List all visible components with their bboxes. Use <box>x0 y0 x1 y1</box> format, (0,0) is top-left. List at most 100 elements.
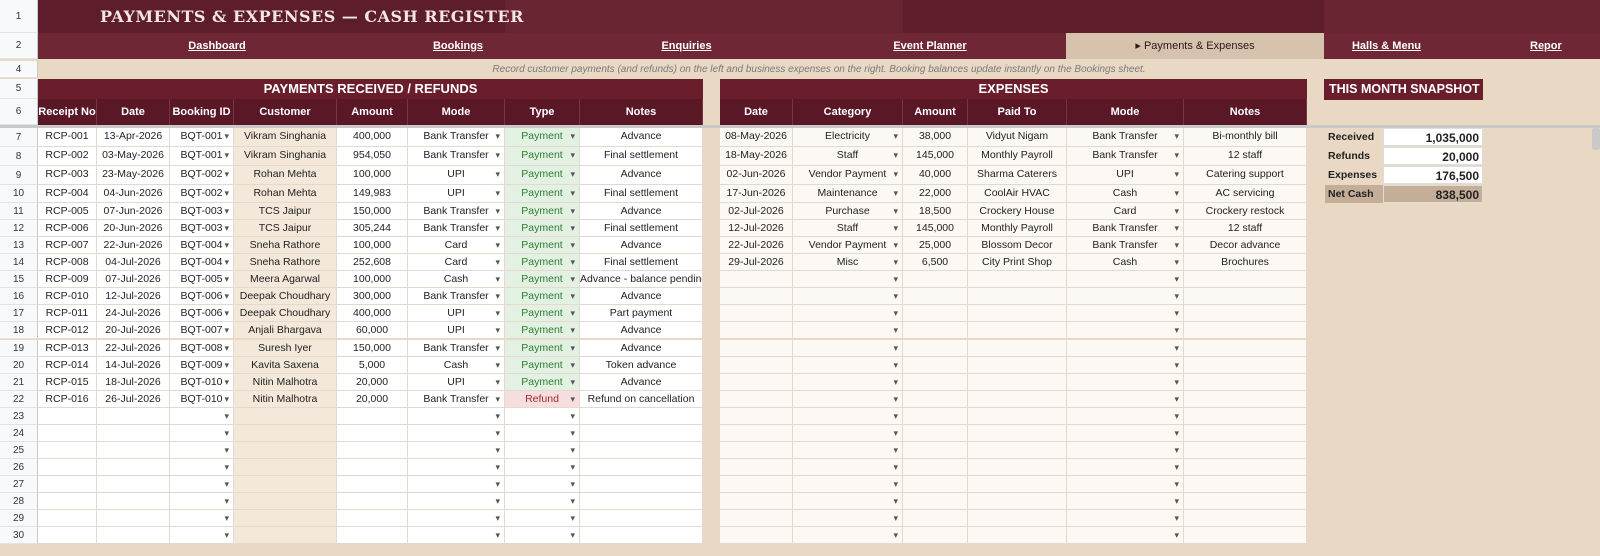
snapshot-value[interactable]: 838,500 <box>1383 185 1483 203</box>
payments-cell[interactable]: 20-Jun-2026 <box>97 220 170 237</box>
payments-cell[interactable] <box>234 459 337 476</box>
payments-cell[interactable] <box>97 425 170 442</box>
expenses-cell[interactable]: Blossom Decor <box>968 237 1067 254</box>
expenses-cell[interactable] <box>720 442 793 459</box>
payments-cell[interactable]: RCP-010 <box>38 288 97 305</box>
payments-cell[interactable]: BQT-006 <box>170 288 234 305</box>
expenses-cell[interactable]: Sharma Caterers <box>968 166 1067 185</box>
expenses-cell[interactable] <box>720 527 793 544</box>
payments-cell[interactable] <box>337 493 408 510</box>
payments-cell[interactable]: BQT-002 <box>170 185 234 203</box>
row-number[interactable]: 26 <box>0 459 38 476</box>
payments-cell[interactable]: BQT-003 <box>170 203 234 220</box>
payments-cell[interactable] <box>505 425 580 442</box>
row-number[interactable]: 7 <box>0 128 38 147</box>
payments-cell[interactable] <box>38 476 97 493</box>
payments-cell[interactable]: RCP-012 <box>38 322 97 339</box>
payments-cell[interactable]: Kavita Saxena <box>234 357 337 374</box>
payments-cell[interactable] <box>505 493 580 510</box>
payments-cell[interactable] <box>580 442 703 459</box>
payments-cell[interactable] <box>408 459 505 476</box>
payments-cell[interactable] <box>38 493 97 510</box>
payments-cell[interactable]: Bank Transfer <box>408 203 505 220</box>
payments-cell[interactable]: Payment <box>505 305 580 322</box>
payments-cell[interactable]: Payment <box>505 357 580 374</box>
expenses-cell[interactable] <box>903 527 968 544</box>
expenses-cell[interactable]: Staff <box>793 220 903 237</box>
expenses-cell[interactable]: Catering support <box>1184 166 1307 185</box>
payments-cell[interactable] <box>97 510 170 527</box>
payments-cell[interactable]: RCP-007 <box>38 237 97 254</box>
row-number[interactable]: 19 <box>0 340 38 357</box>
expenses-cell[interactable]: Cash <box>1067 254 1184 271</box>
expenses-cell[interactable] <box>968 305 1067 322</box>
expenses-cell[interactable]: Brochures <box>1184 254 1307 271</box>
expenses-cell[interactable] <box>1184 408 1307 425</box>
payments-cell[interactable]: Advance <box>580 340 703 357</box>
expenses-cell[interactable] <box>968 357 1067 374</box>
payments-cell[interactable]: Vikram Singhania <box>234 128 337 147</box>
expenses-cell[interactable] <box>903 305 968 322</box>
expenses-cell[interactable] <box>1184 374 1307 391</box>
payments-cell[interactable]: Payment <box>505 237 580 254</box>
payments-cell[interactable]: BQT-004 <box>170 237 234 254</box>
payments-cell[interactable]: 24-Jul-2026 <box>97 305 170 322</box>
payments-cell[interactable]: BQT-003 <box>170 220 234 237</box>
payments-cell[interactable]: Bank Transfer <box>408 128 505 147</box>
row-number[interactable]: 14 <box>0 254 38 271</box>
payments-cell[interactable]: 22-Jun-2026 <box>97 237 170 254</box>
expenses-cell[interactable]: Vendor Payment <box>793 166 903 185</box>
expenses-cell[interactable] <box>1184 442 1307 459</box>
payments-cell[interactable]: Nitin Malhotra <box>234 391 337 408</box>
expenses-cell[interactable] <box>1067 459 1184 476</box>
expenses-cell[interactable] <box>793 340 903 357</box>
payments-cell[interactable]: Deepak Choudhary <box>234 305 337 322</box>
expenses-cell[interactable] <box>793 442 903 459</box>
payments-cell[interactable] <box>505 408 580 425</box>
expenses-cell[interactable] <box>793 374 903 391</box>
payments-cell[interactable] <box>505 510 580 527</box>
payments-cell[interactable] <box>234 442 337 459</box>
payments-cell[interactable]: 20,000 <box>337 374 408 391</box>
row-number[interactable]: 22 <box>0 391 38 408</box>
expenses-cell[interactable] <box>720 391 793 408</box>
expenses-cell[interactable] <box>1067 322 1184 339</box>
expenses-cell[interactable]: Purchase <box>793 203 903 220</box>
expenses-cell[interactable]: 22-Jul-2026 <box>720 237 793 254</box>
payments-cell[interactable]: BQT-005 <box>170 271 234 288</box>
expenses-cell[interactable] <box>793 357 903 374</box>
nav-link-reports[interactable]: Repor <box>1520 33 1600 59</box>
expenses-cell[interactable] <box>968 340 1067 357</box>
row-number[interactable]: 12 <box>0 220 38 237</box>
payments-cell[interactable]: Final settlement <box>580 254 703 271</box>
expenses-cell[interactable]: UPI <box>1067 166 1184 185</box>
payments-cell[interactable] <box>337 527 408 544</box>
expenses-cell[interactable] <box>1184 340 1307 357</box>
expenses-cell[interactable] <box>1184 305 1307 322</box>
payments-cell[interactable] <box>170 476 234 493</box>
payments-cell[interactable] <box>580 527 703 544</box>
expenses-cell[interactable]: 02-Jun-2026 <box>720 166 793 185</box>
payments-cell[interactable]: Payment <box>505 271 580 288</box>
expenses-cell[interactable] <box>1184 288 1307 305</box>
expenses-cell[interactable] <box>1067 357 1184 374</box>
payments-cell[interactable]: Advance - balance pending <box>580 271 703 288</box>
payments-cell[interactable]: Part payment <box>580 305 703 322</box>
expenses-cell[interactable] <box>903 459 968 476</box>
nav-link-dashboard[interactable]: Dashboard <box>97 33 337 59</box>
expenses-cell[interactable] <box>720 459 793 476</box>
payments-cell[interactable]: Suresh Iyer <box>234 340 337 357</box>
payments-cell[interactable]: RCP-008 <box>38 254 97 271</box>
payments-cell[interactable] <box>505 527 580 544</box>
row-number[interactable]: 29 <box>0 510 38 527</box>
row-number[interactable]: 2 <box>0 33 38 59</box>
payments-cell[interactable] <box>505 459 580 476</box>
payments-cell[interactable]: 400,000 <box>337 305 408 322</box>
payments-cell[interactable]: 20,000 <box>337 391 408 408</box>
expenses-cell[interactable]: 02-Jul-2026 <box>720 203 793 220</box>
expenses-cell[interactable]: City Print Shop <box>968 254 1067 271</box>
payments-cell[interactable]: RCP-001 <box>38 128 97 147</box>
row-number[interactable]: 11 <box>0 203 38 220</box>
expenses-cell[interactable] <box>903 271 968 288</box>
payments-cell[interactable]: BQT-010 <box>170 374 234 391</box>
